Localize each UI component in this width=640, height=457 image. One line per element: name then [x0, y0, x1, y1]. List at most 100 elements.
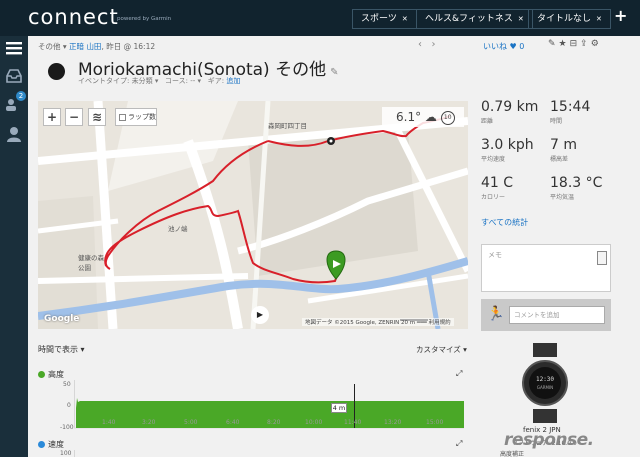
chevron-down-icon: ✕ — [596, 15, 602, 23]
like-button[interactable]: いいね ♥ 0 — [483, 41, 524, 52]
activity-type-icon — [48, 63, 65, 80]
speed-chart[interactable] — [74, 450, 464, 457]
watermark-logo: response. — [504, 430, 594, 450]
stat-label: 平均気温 — [550, 194, 575, 201]
play-button[interactable]: ▶ — [251, 306, 269, 324]
prev-next-nav: ‹ › — [418, 39, 436, 50]
nav-sports[interactable]: スポーツ ✕ — [352, 9, 417, 29]
nav-health-label: ヘルス&フィットネス — [425, 14, 513, 24]
like-count: 0 — [519, 42, 525, 51]
memo-field[interactable]: メモ — [481, 244, 611, 292]
all-stats-link[interactable]: すべての統計 — [481, 217, 528, 228]
stat-value: 0.79 km — [481, 99, 539, 115]
memo-save-button[interactable] — [597, 251, 607, 265]
stat-label: 平均速度 — [481, 156, 506, 163]
stat-value: 18.3 °C — [550, 175, 603, 191]
course-label: コース: — [165, 77, 189, 85]
chevron-down-icon: ✕ — [517, 15, 524, 23]
share-icon[interactable]: ⇪ — [580, 39, 591, 49]
activity-date: 昨日 — [106, 42, 122, 51]
speed-dot-icon — [38, 441, 45, 448]
stat-avg-speed: 3.0 kph 平均速度 — [481, 137, 534, 163]
chevron-down-icon: ✕ — [401, 15, 408, 23]
profile-icon[interactable] — [5, 126, 23, 142]
expand-elevation-icon[interactable]: ⤢ — [456, 369, 462, 379]
sidebar: 2 — [0, 36, 28, 457]
place-link[interactable]: 山田 — [86, 42, 101, 51]
edit-icon[interactable]: ✎ — [548, 39, 559, 49]
activity-time: @ 16:12 — [123, 42, 156, 51]
x-tick: 8:20 — [267, 419, 281, 426]
elevation-title-text: 高度 — [48, 370, 64, 379]
stat-elevation-gain: 7 m 標高差 — [550, 137, 577, 163]
expand-speed-icon[interactable]: ⤢ — [456, 439, 462, 449]
speed-chart-title: 速度 — [38, 439, 64, 450]
nav-untitled[interactable]: タイトルなし ✕ — [528, 9, 611, 29]
edit-title-icon[interactable]: ✎ — [330, 67, 338, 78]
view-by-time-dropdown[interactable]: 時間で表示 ▾ — [38, 344, 85, 355]
breadcrumb-category[interactable]: その他 — [38, 42, 61, 51]
elevation-y-label-bottom: -100 — [60, 424, 74, 431]
svg-text:12:30: 12:30 — [536, 376, 554, 383]
checkbox-icon — [119, 113, 126, 121]
x-tick: 1:40 — [102, 419, 116, 426]
add-gear-link[interactable]: 追加 — [226, 77, 240, 85]
x-tick: 15:00 — [426, 419, 444, 426]
speed-title-text: 速度 — [48, 440, 64, 449]
customize-dropdown[interactable]: カスタマイズ ▾ — [416, 344, 467, 355]
lock-icon[interactable]: ⊟ — [570, 39, 581, 49]
x-tick: 6:40 — [226, 419, 240, 426]
next-arrow-icon[interactable]: › — [432, 39, 436, 50]
notification-badge: 2 — [16, 91, 26, 101]
inbox-icon[interactable] — [5, 68, 23, 84]
weather-temp: 6.1° — [396, 110, 422, 124]
add-icon[interactable]: + — [614, 6, 627, 25]
activity-map[interactable]: + − ≋ ラップ数 6.1° ☁ 10 森岡町四丁目 健康の森 公園 池ノ端 … — [38, 101, 468, 329]
location-link[interactable]: 正暗 — [69, 42, 84, 51]
x-tick: 5:00 — [184, 419, 198, 426]
nav-sports-label: スポーツ — [361, 14, 397, 24]
stat-avg-temp: 18.3 °C 平均気温 — [550, 175, 602, 201]
layers-button[interactable]: ≋ — [88, 108, 106, 126]
lap-checkbox[interactable]: ラップ数 — [115, 108, 157, 126]
toolbar: ✎★⊟⇪⚙ — [548, 39, 602, 49]
event-type-value[interactable]: 未分類 — [132, 77, 153, 85]
top-bar: connect powered by Garmin スポーツ ✕ ヘルス&フィット… — [0, 0, 640, 36]
stat-calories: 41 C カロリー — [481, 175, 513, 201]
garmin-connect-logo[interactable]: connect — [28, 5, 119, 29]
map-label-pond: 池ノ端 — [168, 225, 188, 233]
stat-time: 15:44 時間 — [550, 99, 590, 125]
map-attribution[interactable]: 地図データ ©2015 Google, ZENRIN 20 m ━━━ 利用規約 — [302, 318, 454, 326]
x-tick: 13:20 — [384, 419, 402, 426]
event-type-label: イベントタイプ: — [78, 77, 130, 85]
speed-y-label-top: 100 — [60, 450, 72, 457]
zoom-out-button[interactable]: − — [65, 108, 83, 126]
nav-untitled-label: タイトルなし — [537, 14, 592, 24]
elevation-chart-title: 高度 — [38, 369, 64, 380]
prev-arrow-icon[interactable]: ‹ — [418, 39, 422, 50]
like-label: いいね — [483, 42, 507, 51]
breadcrumb: その他 ▾ 正暗 山田, 昨日 @ 16:12 — [38, 42, 156, 51]
elevation-y-label-mid: 0 — [67, 402, 71, 409]
lap-label: ラップ数 — [128, 113, 156, 121]
stat-value: 3.0 kph — [481, 137, 534, 153]
wind-badge: 10 — [440, 111, 455, 125]
comment-input[interactable]: コメントを追加 — [509, 306, 605, 324]
svg-text:GARMIN: GARMIN — [537, 385, 553, 390]
heart-icon: ♥ — [509, 42, 517, 51]
zoom-in-button[interactable]: + — [43, 108, 61, 126]
settings-icon[interactable]: ⚙ — [591, 39, 602, 49]
activity-meta: イベントタイプ: 未分類 ▾ コース: -- ▾ ギア: 追加 — [78, 77, 241, 85]
nav-health-fitness[interactable]: ヘルス&フィットネス ✕ — [416, 9, 533, 29]
map-label-station: 森岡町四丁目 — [268, 122, 307, 130]
star-icon[interactable]: ★ — [559, 39, 570, 49]
cloud-icon: ☁ — [424, 110, 437, 124]
stat-label: カロリー — [481, 194, 506, 201]
menu-icon[interactable] — [5, 40, 23, 56]
stat-distance: 0.79 km 距離 — [481, 99, 538, 125]
stat-label: 時間 — [550, 118, 563, 125]
customize-label: カスタマイズ — [416, 345, 461, 354]
course-value[interactable]: -- — [190, 77, 195, 85]
stat-label: 標高差 — [550, 156, 569, 163]
device-image: 12:30 GARMIN — [522, 343, 568, 423]
